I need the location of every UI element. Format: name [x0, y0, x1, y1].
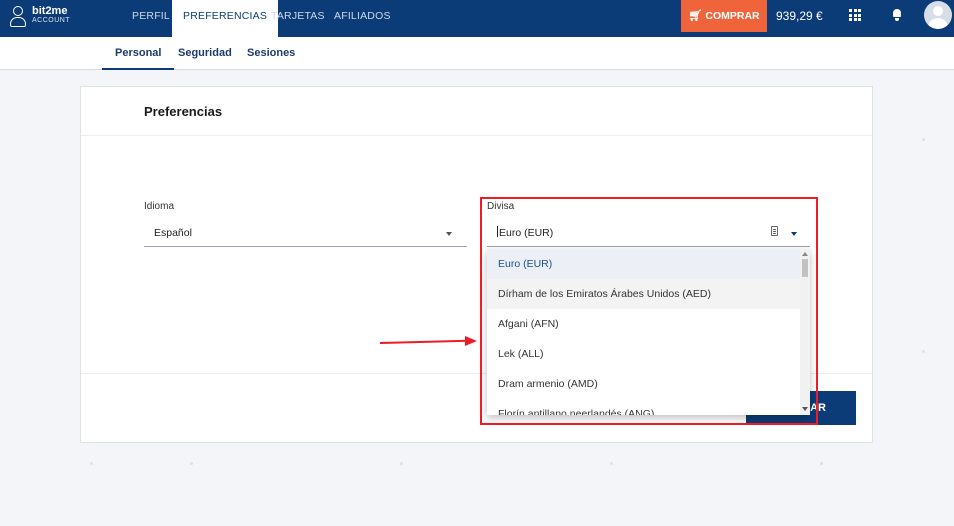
currency-select-value: Euro (EUR)	[499, 227, 554, 239]
chevron-down-icon[interactable]	[791, 232, 797, 236]
background-pattern-dot	[610, 462, 613, 465]
tab-seguridad[interactable]: Seguridad	[178, 37, 232, 70]
background-pattern-dot	[400, 462, 403, 465]
top-navigation-bar: bit2me ACCOUNT PERFIL PREFERENCIAS TARJE…	[0, 0, 954, 37]
scroll-up-icon[interactable]	[802, 252, 808, 256]
currency-option-eur[interactable]: Euro (EUR)	[487, 249, 800, 279]
currency-option-afn[interactable]: Afgani (AFN)	[487, 309, 800, 339]
nav-preferencias[interactable]: PREFERENCIAS	[172, 0, 279, 37]
currency-option-amd[interactable]: Dram armenio (AMD)	[487, 369, 800, 399]
buy-button-label: COMPRAR	[705, 10, 760, 22]
background-pattern-dot	[922, 138, 925, 141]
language-select[interactable]: Español	[144, 221, 467, 247]
background-pattern-dot	[90, 462, 93, 465]
text-cursor	[497, 226, 498, 237]
scroll-down-icon[interactable]	[802, 407, 808, 411]
card-header: Preferencias	[81, 87, 872, 136]
currency-option-aed[interactable]: Dírham de los Emiratos Árabes Unidos (AE…	[487, 279, 800, 309]
tab-sesiones[interactable]: Sesiones	[247, 37, 295, 70]
annotation-arrow-head-icon	[465, 336, 477, 346]
language-select-value: Español	[154, 227, 192, 239]
language-label: Idioma	[144, 201, 175, 212]
background-pattern-dot	[922, 350, 925, 353]
apps-grid-icon[interactable]	[849, 9, 861, 21]
currency-label: Divisa	[487, 201, 515, 212]
currency-dropdown-list[interactable]: Euro (EUR) Dírham de los Emiratos Árabes…	[487, 249, 810, 415]
user-avatar[interactable]	[924, 1, 952, 29]
background-pattern-dot	[190, 462, 193, 465]
preferences-subnav: Personal Seguridad Sesiones	[0, 37, 954, 70]
page-title: Preferencias	[144, 104, 223, 119]
nav-perfil[interactable]: PERFIL	[132, 0, 170, 37]
cart-icon: 🛒︎	[688, 10, 703, 22]
background-pattern-dot	[820, 462, 823, 465]
currency-option-ang[interactable]: Florín antillano neerlandés (ANG)	[487, 399, 800, 415]
brand-subtitle: ACCOUNT	[32, 17, 71, 24]
currency-option-all[interactable]: Lek (ALL)	[487, 339, 800, 369]
dropdown-scrollbar[interactable]	[800, 249, 810, 415]
chevron-down-icon	[446, 232, 452, 236]
brand-name: bit2me	[32, 5, 68, 17]
document-icon[interactable]	[771, 226, 778, 236]
logo-text: bit2me ACCOUNT	[32, 5, 70, 25]
scrollbar-thumb[interactable]	[802, 259, 808, 277]
tab-personal[interactable]: Personal	[102, 37, 175, 70]
bit2me-logo[interactable]: bit2me ACCOUNT	[10, 5, 70, 27]
buy-button[interactable]: 🛒︎ COMPRAR	[681, 0, 767, 32]
nav-afiliados[interactable]: AFILIADOS	[334, 0, 391, 37]
currency-select[interactable]: Euro (EUR)	[487, 221, 810, 247]
user-outline-icon	[10, 5, 26, 27]
account-balance[interactable]: 939,29 €	[776, 0, 823, 32]
notifications-bell-icon[interactable]	[892, 9, 902, 21]
nav-tarjetas[interactable]: TARJETAS	[271, 0, 325, 37]
